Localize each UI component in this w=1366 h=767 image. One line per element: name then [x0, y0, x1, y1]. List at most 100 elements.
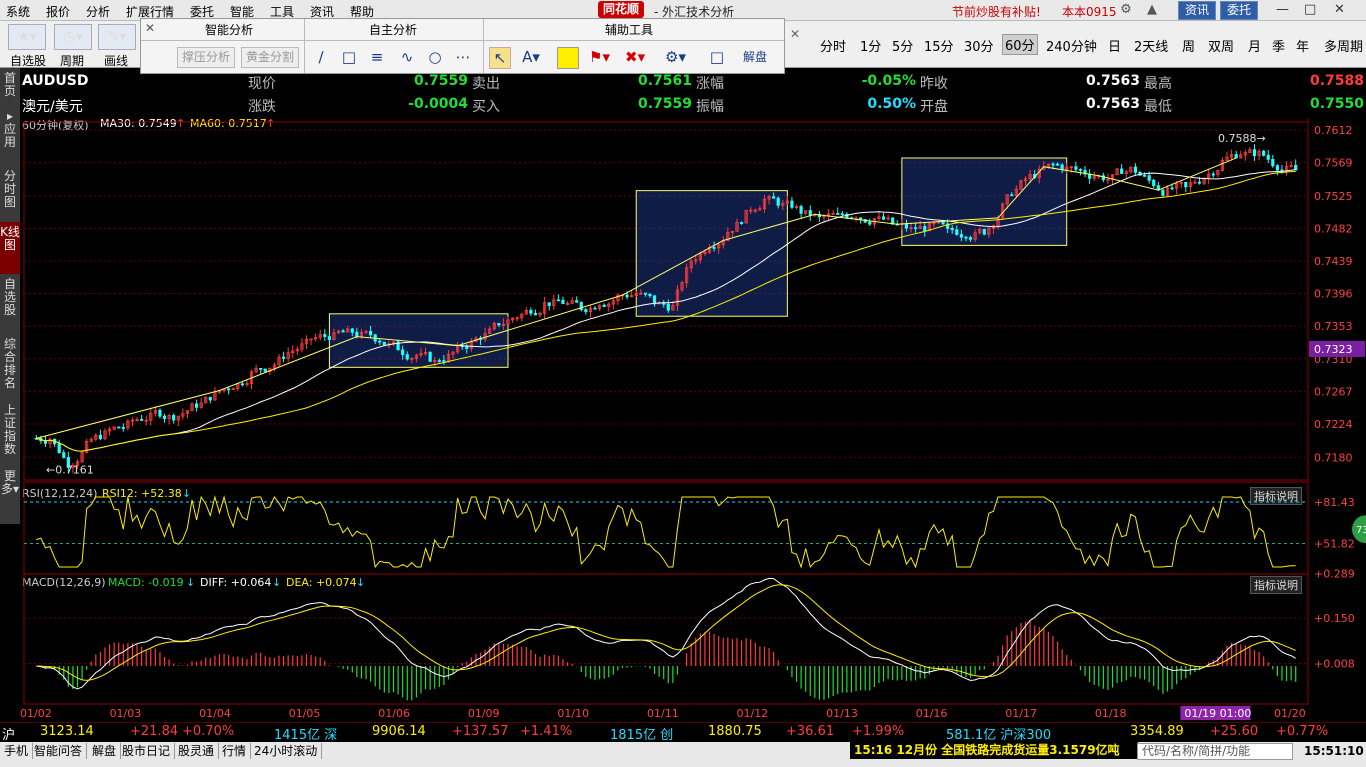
- color-picker-icon[interactable]: [557, 47, 579, 69]
- candle-body: [1197, 181, 1202, 184]
- period-year[interactable]: 年: [1296, 36, 1309, 55]
- self-select-label[interactable]: 自选股: [10, 52, 46, 69]
- period-month[interactable]: 月: [1248, 36, 1261, 55]
- clock: 15:51:10: [1304, 744, 1364, 758]
- period-multi[interactable]: 多周期: [1324, 36, 1363, 55]
- candle-body: [556, 299, 560, 302]
- bell-icon[interactable]: ⚙: [1118, 2, 1134, 18]
- menu-system[interactable]: 系统: [6, 3, 30, 20]
- text-tool-icon[interactable]: A▾: [521, 47, 541, 67]
- period-week[interactable]: 周: [1182, 36, 1195, 55]
- menu-analysis[interactable]: 分析: [86, 3, 110, 20]
- candle-body: [1266, 154, 1270, 160]
- maximize-icon[interactable]: □: [1304, 2, 1316, 17]
- menu-quote[interactable]: 报价: [46, 3, 70, 20]
- status-mobile[interactable]: 手机: [0, 743, 34, 759]
- wave-tool-icon[interactable]: ∿: [397, 47, 417, 67]
- line-tool-icon[interactable]: ∕: [311, 47, 331, 67]
- kline-chart[interactable]: 0.7612 0.7569 0.7525 0.7482 0.7439 0.7396 0.73…: [20, 118, 1366, 722]
- drawing-tools-panel: ✕ 智能分析 自主分析 辅助工具 撑压分析 黄金分割 ∕ □ ≡ ∿ ○ ⋯ ↖…: [140, 18, 785, 74]
- index-hs300-name[interactable]: 581.1亿 沪深300: [946, 724, 1051, 743]
- settings-gear-icon[interactable]: ⚙▾: [665, 47, 686, 67]
- panel-smart-title: 智能分析: [205, 23, 254, 37]
- index-sz-name[interactable]: 1415亿 深: [274, 724, 337, 743]
- explain-button[interactable]: 解盘: [743, 48, 767, 65]
- cycle-label[interactable]: 周期: [60, 52, 84, 69]
- period-tick[interactable]: 分时: [820, 36, 846, 55]
- tab-more[interactable]: 更多▾: [0, 466, 20, 525]
- index-sz-pct: +1.41%: [520, 724, 573, 739]
- candle-body: [533, 312, 538, 316]
- trade-button[interactable]: 委托: [1220, 1, 1259, 20]
- candle-body: [437, 360, 441, 362]
- period-2day[interactable]: 2天线: [1134, 36, 1168, 55]
- period-close-icon[interactable]: ✕: [790, 27, 800, 41]
- candle-body: [240, 383, 244, 386]
- status-market[interactable]: 行情: [218, 743, 252, 759]
- flag-icon[interactable]: ⚑▾: [589, 47, 610, 67]
- period-60m[interactable]: 60分: [1002, 34, 1038, 55]
- candle-body: [350, 328, 354, 333]
- candle-body: [1133, 166, 1138, 173]
- panel-close-icon[interactable]: ✕: [145, 21, 155, 35]
- golden-section-button[interactable]: 黄金分割: [241, 47, 300, 68]
- status-lingtong[interactable]: 股灵通: [174, 743, 220, 759]
- candle-body: [799, 206, 803, 214]
- candle-body: [1271, 158, 1275, 167]
- tab-apps[interactable]: ▸ 应用: [0, 106, 20, 169]
- circle-tool-icon[interactable]: ○: [425, 47, 445, 67]
- tab-sh-index[interactable]: 上证指数: [0, 400, 20, 469]
- status-diary[interactable]: 股市日记: [118, 743, 176, 759]
- tab-kline[interactable]: K线图: [0, 222, 20, 277]
- close-icon[interactable]: ✕: [1334, 2, 1345, 17]
- pressure-analysis-button[interactable]: 撑压分析: [177, 47, 236, 68]
- minimize-icon[interactable]: —: [1276, 2, 1289, 17]
- period-240m[interactable]: 240分钟: [1046, 36, 1097, 55]
- period-day[interactable]: 日: [1108, 36, 1121, 55]
- delete-icon[interactable]: ✖▾: [625, 47, 645, 67]
- pencil-icon[interactable]: ✎▾: [98, 24, 136, 50]
- tab-home[interactable]: 首页: [0, 68, 20, 109]
- promo-link[interactable]: 节前炒股有补贴!: [952, 3, 1041, 20]
- candle-body: [355, 331, 359, 337]
- date-axis-label: 01/02: [20, 707, 52, 720]
- status-24h[interactable]: 24小时滚动: [250, 743, 323, 759]
- tab-watchlist-label: 自选股: [3, 277, 16, 317]
- candle-body: [1142, 174, 1147, 177]
- tab-watchlist[interactable]: 自选股: [0, 274, 20, 337]
- status-qa[interactable]: 智能问答: [30, 743, 88, 759]
- shirt-icon[interactable]: ▲: [1144, 2, 1160, 18]
- period-quarter[interactable]: 季: [1272, 36, 1285, 55]
- tab-ranking[interactable]: 综合排名: [0, 334, 20, 403]
- index-sh-name[interactable]: 沪: [2, 724, 15, 743]
- chart-explain-icon[interactable]: □: [707, 47, 727, 67]
- period-15m[interactable]: 15分: [924, 36, 954, 55]
- star-icon[interactable]: ★▾: [8, 24, 46, 50]
- candle-body: [1074, 166, 1078, 170]
- index-cy-name[interactable]: 1815亿 创: [610, 724, 673, 743]
- news-ticker[interactable]: 15:16 12月份 全国铁路完成货运量3.1579亿吨: [850, 742, 1138, 759]
- account-name[interactable]: 本本0915: [1062, 3, 1117, 20]
- fib-tool-icon[interactable]: ≡: [367, 47, 387, 67]
- index-hs300-pct: +0.77%: [1276, 724, 1329, 739]
- clock-icon[interactable]: ◷▾: [54, 24, 92, 50]
- cursor-icon[interactable]: ↖: [489, 47, 511, 69]
- rect-tool-icon[interactable]: □: [339, 47, 359, 67]
- news-button[interactable]: 资讯: [1178, 1, 1217, 20]
- period-5m[interactable]: 5分: [892, 36, 913, 55]
- candle-body: [227, 388, 231, 391]
- more-tools-icon[interactable]: ⋯: [453, 47, 473, 67]
- candle-body: [263, 368, 267, 372]
- period-30m[interactable]: 30分: [964, 36, 994, 55]
- status-explain[interactable]: 解盘: [88, 743, 122, 759]
- period-2week[interactable]: 双周: [1208, 36, 1234, 55]
- price-axis-label: 0.7267: [1314, 385, 1353, 398]
- candle-body: [643, 292, 647, 295]
- code-search-input[interactable]: 代码/名称/简拼/功能: [1137, 743, 1293, 760]
- low-mark: ←0.7161: [46, 464, 94, 477]
- date-axis-label: 01/18: [1095, 707, 1127, 720]
- period-1m[interactable]: 1分: [860, 36, 881, 55]
- draw-label[interactable]: 画线: [104, 52, 128, 69]
- candle-body: [140, 419, 144, 421]
- tab-timeshare[interactable]: 分时图: [0, 166, 20, 225]
